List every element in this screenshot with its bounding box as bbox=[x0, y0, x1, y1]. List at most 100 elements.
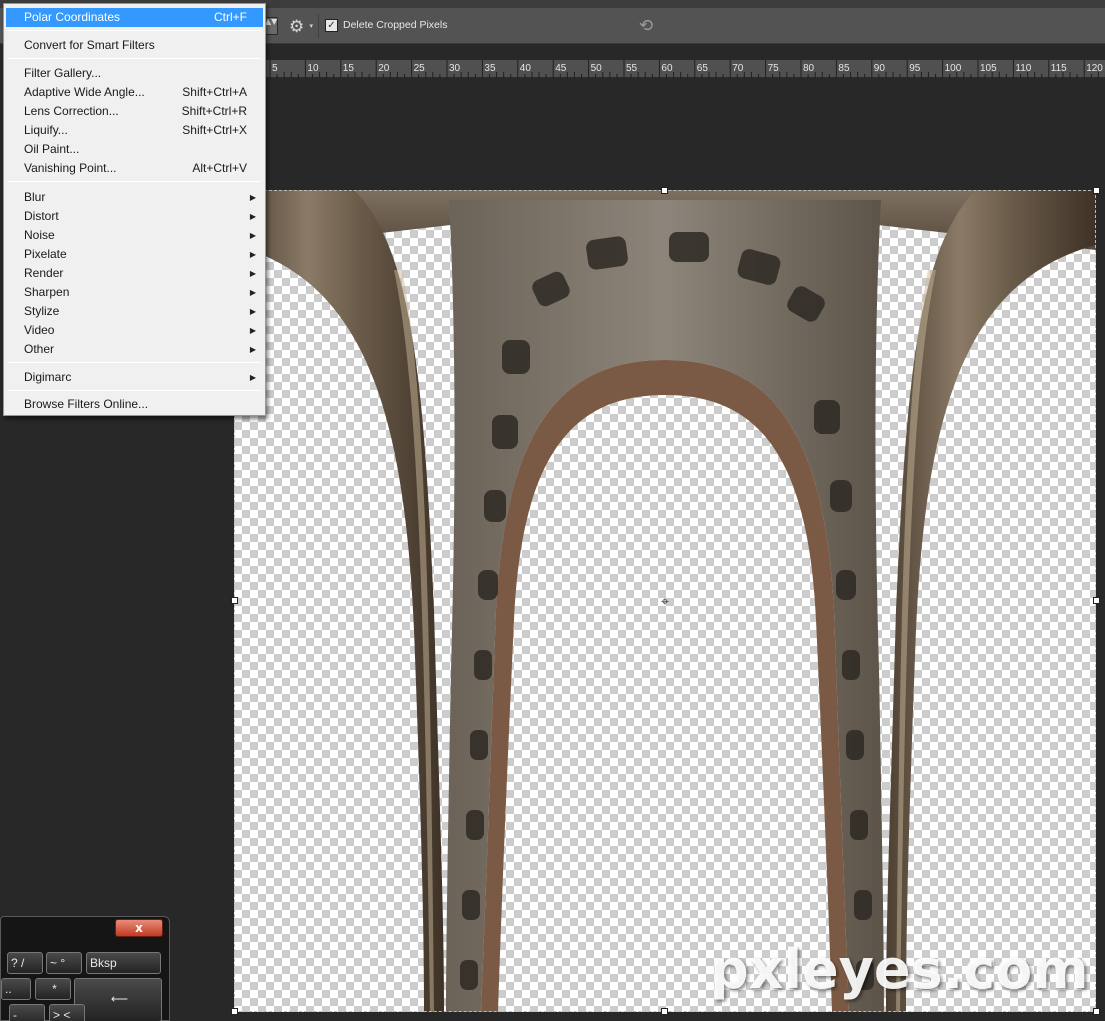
ruler-label: 5 bbox=[272, 63, 278, 74]
menu-item-shortcut: Shift+Ctrl+R bbox=[181, 104, 247, 118]
menu-item-other[interactable]: Other ▶ bbox=[6, 340, 263, 359]
delete-cropped-pixels-checkbox[interactable]: ✓ bbox=[325, 19, 338, 32]
ruler-label: 90 bbox=[873, 63, 885, 74]
crop-handle-right[interactable] bbox=[1093, 597, 1100, 604]
ruler-label: 30 bbox=[449, 63, 461, 74]
menu-separator bbox=[8, 181, 261, 182]
toolbar-divider bbox=[318, 14, 319, 38]
key-minus[interactable]: - bbox=[9, 1004, 45, 1021]
chevron-down-icon: ▾ bbox=[309, 22, 313, 30]
key-backspace[interactable]: Bksp bbox=[86, 952, 161, 974]
ruler-label: 105 bbox=[980, 63, 997, 74]
key-tilde[interactable]: ~ ° bbox=[46, 952, 82, 974]
menu-item-shortcut: Alt+Ctrl+V bbox=[192, 161, 247, 175]
crop-handle-bottom[interactable] bbox=[661, 1008, 668, 1015]
menu-item-label: Noise bbox=[24, 228, 55, 242]
ruler-label: 70 bbox=[732, 63, 744, 74]
menu-item-label: Polar Coordinates bbox=[24, 10, 121, 24]
ruler-label: 120 bbox=[1086, 63, 1103, 74]
crop-handle-top-right[interactable] bbox=[1093, 187, 1100, 194]
ruler-label: 115 bbox=[1050, 63, 1067, 74]
key-asterisk[interactable]: * bbox=[35, 978, 71, 1000]
menu-item-label: Render bbox=[24, 266, 64, 280]
menu-item-shortcut: Shift+Ctrl+A bbox=[182, 85, 247, 99]
menu-item-shortcut: Ctrl+F bbox=[214, 10, 247, 24]
submenu-arrow-icon: ▶ bbox=[249, 231, 256, 240]
menu-item-filter-gallery[interactable]: Filter Gallery... bbox=[6, 64, 263, 83]
menu-item-label: Stylize bbox=[24, 304, 60, 318]
menu-separator bbox=[8, 390, 261, 391]
submenu-arrow-icon: ▶ bbox=[249, 193, 256, 202]
menu-item-label: Browse Filters Online... bbox=[24, 397, 149, 411]
menu-item-blur[interactable]: Blur ▶ bbox=[6, 188, 263, 207]
key-question-slash[interactable]: ? / bbox=[7, 952, 43, 974]
menu-item-label: Distort bbox=[24, 209, 59, 223]
close-button[interactable]: x bbox=[115, 919, 163, 937]
menu-item-pixelate[interactable]: Pixelate ▶ bbox=[6, 245, 263, 264]
ruler-label: 100 bbox=[944, 63, 962, 74]
crop-handle-bottom-left[interactable] bbox=[231, 1008, 238, 1015]
ruler-label: 85 bbox=[838, 63, 850, 74]
menu-item-liquify[interactable]: Liquify... Shift+Ctrl+X bbox=[6, 121, 263, 140]
menu-item-browse-filters-online[interactable]: Browse Filters Online... bbox=[6, 395, 263, 414]
ruler-label: 75 bbox=[767, 63, 779, 74]
menu-item-label: Convert for Smart Filters bbox=[24, 38, 155, 52]
menu-item-video[interactable]: Video ▶ bbox=[6, 321, 263, 340]
key-enter[interactable]: ⟵ bbox=[74, 978, 162, 1021]
menu-item-label: Video bbox=[24, 323, 55, 337]
menu-item-label: Oil Paint... bbox=[24, 142, 80, 156]
ruler-label: 60 bbox=[661, 63, 673, 74]
ruler-label: 65 bbox=[696, 63, 708, 74]
menu-item-vanishing-point[interactable]: Vanishing Point... Alt+Ctrl+V bbox=[6, 159, 263, 178]
menu-item-polar-coordinates[interactable]: Polar Coordinates Ctrl+F bbox=[6, 8, 263, 27]
ruler-label: 25 bbox=[413, 63, 425, 74]
menu-separator bbox=[8, 362, 261, 363]
menu-item-lens-correction[interactable]: Lens Correction... Shift+Ctrl+R bbox=[6, 102, 263, 121]
menu-item-shortcut: Shift+Ctrl+X bbox=[182, 123, 247, 137]
menu-item-label: Adaptive Wide Angle... bbox=[24, 85, 145, 99]
menu-item-stylize[interactable]: Stylize ▶ bbox=[6, 302, 263, 321]
submenu-arrow-icon: ▶ bbox=[249, 373, 256, 382]
delete-cropped-pixels-label[interactable]: Delete Cropped Pixels bbox=[343, 19, 447, 31]
menu-item-distort[interactable]: Distort ▶ bbox=[6, 207, 263, 226]
menu-item-label: Vanishing Point... bbox=[24, 161, 117, 175]
on-screen-keyboard: x ? / ~ ° Bksp .. * ⟵ - > < bbox=[0, 916, 170, 1021]
ruler-label: 45 bbox=[555, 63, 567, 74]
ruler-label: 80 bbox=[803, 63, 815, 74]
menu-item-oil-paint[interactable]: Oil Paint... bbox=[6, 140, 263, 159]
submenu-arrow-icon: ▶ bbox=[249, 345, 256, 354]
crop-handle-left[interactable] bbox=[231, 597, 238, 604]
key-dots[interactable]: .. bbox=[1, 978, 31, 1000]
menu-item-adaptive-wide-angle[interactable]: Adaptive Wide Angle... Shift+Ctrl+A bbox=[6, 83, 263, 102]
menu-item-label: Sharpen bbox=[24, 285, 70, 299]
submenu-arrow-icon: ▶ bbox=[249, 326, 256, 335]
menu-item-noise[interactable]: Noise ▶ bbox=[6, 226, 263, 245]
dropdown-spinner[interactable]: ▲▼ bbox=[264, 17, 278, 35]
menu-item-render[interactable]: Render ▶ bbox=[6, 264, 263, 283]
ruler-label: 20 bbox=[378, 63, 390, 74]
ruler-label: 40 bbox=[519, 63, 531, 74]
crop-handle-bottom-right[interactable] bbox=[1093, 1008, 1100, 1015]
submenu-arrow-icon: ▶ bbox=[249, 212, 256, 221]
menu-item-sharpen[interactable]: Sharpen ▶ bbox=[6, 283, 263, 302]
key-greater[interactable]: > < bbox=[49, 1004, 85, 1021]
menu-item-label: Lens Correction... bbox=[24, 104, 119, 118]
menu-item-label: Liquify... bbox=[24, 123, 68, 137]
gear-icon[interactable]: ⚙ ▾ bbox=[289, 16, 313, 38]
menu-item-label: Digimarc bbox=[24, 370, 72, 384]
menu-item-convert-smart-filters[interactable]: Convert for Smart Filters bbox=[6, 36, 263, 55]
submenu-arrow-icon: ▶ bbox=[249, 307, 256, 316]
menu-item-digimarc[interactable]: Digimarc ▶ bbox=[6, 368, 263, 387]
menu-item-label: Pixelate bbox=[24, 247, 67, 261]
ruler-label: 50 bbox=[590, 63, 602, 74]
ruler-label: 10 bbox=[307, 63, 319, 74]
menu-separator bbox=[8, 30, 261, 31]
rotate-reset-icon[interactable]: ⟲ bbox=[636, 15, 656, 37]
crop-handle-top[interactable] bbox=[661, 187, 668, 194]
ruler-label: 35 bbox=[484, 63, 496, 74]
ruler-label: 110 bbox=[1015, 63, 1032, 74]
ruler-label: 55 bbox=[626, 63, 638, 74]
ruler-label: 95 bbox=[909, 63, 921, 74]
submenu-arrow-icon: ▶ bbox=[249, 288, 256, 297]
horizontal-ruler: 5 10 15 20 25 30 35 40 45 50 55 60 65 70 75 80 85 90 95 100… bbox=[262, 60, 1105, 78]
